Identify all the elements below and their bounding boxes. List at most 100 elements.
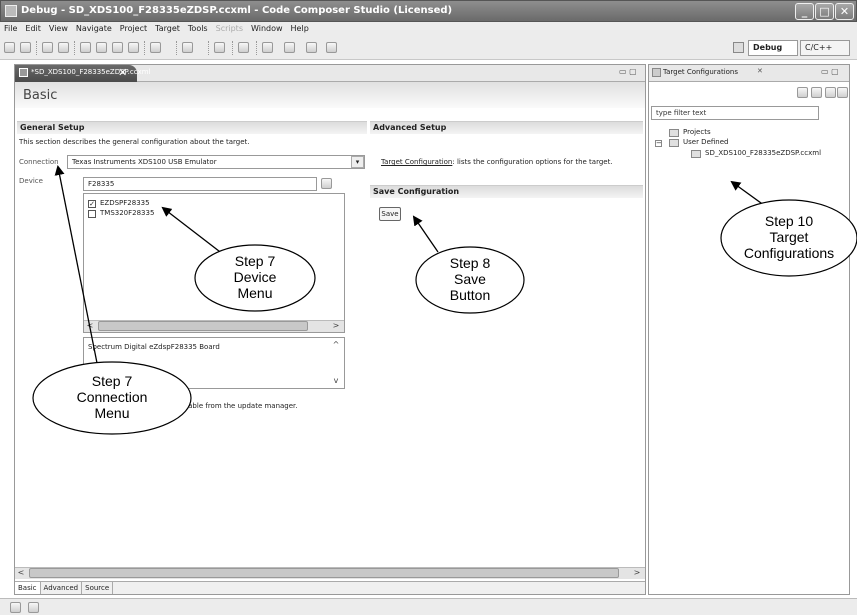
paste-icon[interactable]	[58, 42, 69, 53]
tab-source[interactable]: Source	[82, 582, 114, 594]
editor-hscrollbar[interactable]: < >	[15, 567, 645, 579]
callout-line: Connection	[76, 389, 148, 405]
callout-line: Step 7	[91, 373, 133, 389]
editor-pane: *SD_XDS100_F28335eZDSP.ccxml ✕ ▭ ▢ Basic…	[14, 64, 646, 595]
delete-icon[interactable]	[811, 87, 822, 98]
open-perspective-icon[interactable]	[733, 42, 744, 53]
view-close-icon[interactable]: ✕	[757, 67, 763, 75]
new-target-icon[interactable]	[797, 87, 808, 98]
menu-navigate[interactable]: Navigate	[72, 22, 116, 36]
tree-item-projects[interactable]: Projects	[683, 128, 711, 136]
device-list-scrollbar[interactable]: < >	[84, 320, 344, 332]
device-item-ezdsp[interactable]: EZDSPF28335	[100, 199, 150, 207]
tree-item-ccxml-file[interactable]: SD_XDS100_F28335eZDSP.ccxml	[705, 149, 821, 157]
rebuild-icon[interactable]	[96, 42, 107, 53]
scroll-left-icon[interactable]: <	[15, 568, 27, 578]
save-button[interactable]: Save	[379, 207, 401, 221]
save-icon[interactable]	[4, 42, 15, 53]
callout-line: Menu	[94, 405, 130, 421]
target-icon[interactable]	[128, 42, 139, 53]
scroll-up-icon[interactable]: ^	[330, 340, 342, 350]
app-icon	[5, 5, 17, 17]
window-titlebar: Debug - SD_XDS100_F28335eZDSP.ccxml - Co…	[0, 0, 857, 22]
toolbar-separator	[208, 41, 209, 55]
back-icon[interactable]	[306, 42, 317, 53]
menu-help[interactable]: Help	[287, 22, 313, 36]
tab-close-icon[interactable]: ✕	[118, 66, 127, 79]
copy-icon[interactable]	[42, 42, 53, 53]
device-description: Spectrum Digital eZdspF28335 Board	[88, 343, 220, 351]
new-wizard-icon[interactable]	[182, 42, 193, 53]
target-configuration-link[interactable]: Target Configuration	[381, 158, 452, 166]
progress-icon[interactable]	[28, 602, 39, 613]
menu-view[interactable]: View	[45, 22, 72, 36]
scroll-left-icon[interactable]: <	[84, 321, 96, 331]
tab-advanced[interactable]: Advanced	[41, 582, 83, 594]
menubar: File Edit View Navigate Project Target Tools Sc…	[0, 22, 857, 36]
callout-line: Device	[233, 269, 277, 285]
status-bar	[0, 598, 857, 615]
advanced-setup-text: Target Configuration: lists the configur…	[381, 158, 613, 166]
toolbar-separator	[74, 41, 75, 55]
callout-step7-connection: Step 7 Connection Menu	[52, 373, 172, 421]
tab-basic[interactable]: Basic	[15, 582, 41, 594]
save-configuration-heading: Save Configuration	[370, 185, 643, 198]
device-label: Device	[19, 177, 43, 185]
menu-window[interactable]: Window	[247, 22, 287, 36]
menu-target[interactable]: Target	[151, 22, 184, 36]
callout-line: Step 8	[449, 255, 491, 271]
device-item-tms320[interactable]: TMS320F28335	[100, 209, 154, 217]
build-icon[interactable]	[80, 42, 91, 53]
target-configuration-desc: : lists the configuration options for th…	[452, 158, 613, 166]
search-icon[interactable]	[238, 42, 249, 53]
scroll-thumb[interactable]	[29, 568, 619, 578]
device-filter-input[interactable]: F28335	[83, 177, 317, 191]
prev-annotation-icon[interactable]	[284, 42, 295, 53]
callout-line: Save	[454, 271, 486, 287]
clear-filter-icon[interactable]	[321, 178, 332, 189]
scroll-down-icon[interactable]: v	[330, 376, 342, 386]
menu-project[interactable]: Project	[116, 22, 151, 36]
maximize-button[interactable]: □	[815, 3, 834, 20]
device-checkbox-tms320[interactable]	[88, 210, 96, 218]
open-type-icon[interactable]	[214, 42, 225, 53]
debug-icon[interactable]	[150, 42, 161, 53]
toolbar-separator	[232, 41, 233, 55]
close-button[interactable]: ✕	[835, 3, 854, 20]
callout-line: Step 7	[234, 253, 276, 269]
editor-minmax-icon[interactable]: ▭ ▢	[619, 67, 637, 76]
folder-icon	[669, 129, 679, 137]
ccxml-file-icon	[691, 150, 701, 158]
device-checkbox-ezdsp[interactable]: ✓	[88, 200, 96, 208]
tree-item-user-defined[interactable]: User Defined	[683, 138, 728, 146]
chevron-down-icon[interactable]: ▾	[351, 156, 364, 168]
fast-view-icon[interactable]	[10, 602, 21, 613]
scroll-thumb[interactable]	[98, 321, 308, 331]
page-title: Basic	[23, 88, 58, 103]
editor-tabstrip: *SD_XDS100_F28335eZDSP.ccxml ✕ ▭ ▢	[15, 65, 645, 82]
link-icon[interactable]	[825, 87, 836, 98]
next-annotation-icon[interactable]	[262, 42, 273, 53]
view-minmax-icon[interactable]: ▭ ▢	[821, 67, 839, 76]
scroll-right-icon[interactable]: >	[330, 321, 342, 331]
callout-step7-device: Step 7 Device Menu	[215, 253, 295, 301]
target-configurations-tab[interactable]: Target Configurations ✕ ▭ ▢	[649, 65, 849, 82]
clean-icon[interactable]	[112, 42, 123, 53]
editor-tab[interactable]: *SD_XDS100_F28335eZDSP.ccxml ✕	[15, 65, 151, 82]
scroll-right-icon[interactable]: >	[631, 568, 643, 578]
filter-input[interactable]: type filter text	[651, 106, 819, 120]
print-icon[interactable]	[20, 42, 31, 53]
connection-dropdown[interactable]: Texas Instruments XDS100 USB Emulator	[67, 155, 365, 169]
menu-edit[interactable]: Edit	[21, 22, 45, 36]
collapse-all-icon[interactable]	[837, 87, 848, 98]
toolbar-separator	[256, 41, 257, 55]
menu-file[interactable]: File	[0, 22, 21, 36]
connection-label: Connection	[19, 158, 59, 166]
toolbar-separator	[176, 41, 177, 55]
expand-toggle-icon[interactable]: −	[655, 140, 662, 147]
perspective-debug[interactable]: Debug	[748, 40, 798, 56]
minimize-button[interactable]: _	[795, 3, 814, 20]
forward-icon[interactable]	[326, 42, 337, 53]
menu-tools[interactable]: Tools	[184, 22, 212, 36]
perspective-cpp[interactable]: C/C++	[800, 40, 850, 56]
